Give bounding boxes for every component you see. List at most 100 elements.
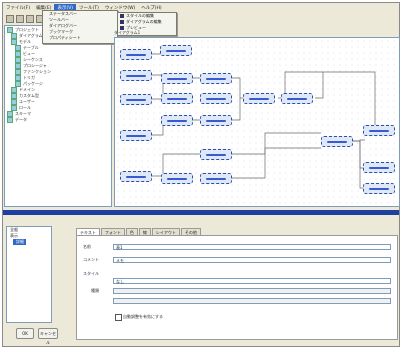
tab-layout[interactable]: レイアウト xyxy=(151,228,180,235)
diagram-edit-icon xyxy=(120,20,124,24)
tree-item-label: プロジェクト xyxy=(15,27,39,32)
extra-field[interactable] xyxy=(113,298,391,304)
node-label-bar xyxy=(206,119,226,122)
tree-item-label: スキーマ xyxy=(15,111,31,116)
node-label-bar xyxy=(369,166,389,169)
panel-divider[interactable] xyxy=(3,210,399,215)
style-icon xyxy=(120,14,124,18)
diagram-node[interactable] xyxy=(161,73,193,84)
diagram-node[interactable] xyxy=(321,136,353,147)
node-label-bar xyxy=(206,77,226,80)
diagram-node[interactable] xyxy=(120,130,152,141)
tree-item-label: カスタム型 xyxy=(19,93,39,98)
node-label-bar xyxy=(126,74,146,77)
save-icon[interactable] xyxy=(26,14,34,23)
property-tabs: テキスト フォント 色 線 レイアウト その他 xyxy=(76,228,202,235)
cancel-button[interactable]: キャンセル xyxy=(38,328,58,345)
tree-item-label: テーブル xyxy=(23,45,39,50)
node-label-bar xyxy=(249,97,269,100)
comment-field[interactable]: メモ xyxy=(113,257,391,263)
node-label-bar xyxy=(287,97,307,100)
diagram-canvas[interactable] xyxy=(114,37,400,207)
category-list: 全般 表示 詳細 xyxy=(6,226,52,323)
auto-adjust-label: 自動調整を有効にする xyxy=(123,314,164,319)
view-menu-item[interactable]: プロパティシート xyxy=(43,35,117,41)
diagram-node[interactable] xyxy=(161,173,193,184)
category-item-selected[interactable]: 詳細 xyxy=(13,239,26,245)
tab-text[interactable]: テキスト xyxy=(76,228,100,235)
diagram-node[interactable] xyxy=(120,171,152,182)
view-menu-dropdown: ステータスバー ツールバー ダイアログバー ブックマーク プロパティシート xyxy=(42,10,118,44)
tree-item-label: トリガ xyxy=(23,75,35,80)
node-label-bar xyxy=(206,97,226,100)
diagram-node[interactable] xyxy=(160,45,192,56)
diagram-node[interactable] xyxy=(200,115,232,126)
diagram-node[interactable] xyxy=(200,73,232,84)
diagram-node[interactable] xyxy=(161,93,193,104)
node-label-bar xyxy=(126,98,146,101)
diagram-node[interactable] xyxy=(363,162,395,173)
diagram-node[interactable] xyxy=(200,93,232,104)
tree-item-label: シーケンス xyxy=(23,57,43,62)
node-label-bar xyxy=(167,177,187,180)
node-label-bar xyxy=(167,119,187,122)
category-item[interactable]: 表示 xyxy=(7,233,51,239)
node-label-bar xyxy=(206,153,226,156)
style-select[interactable]: なし xyxy=(113,278,391,284)
diagram-node[interactable] xyxy=(120,70,152,81)
tab-font[interactable]: フォント xyxy=(100,228,125,235)
properties-panel: 全般 表示 詳細 OK キャンセル テキスト フォント 色 線 レイアウト その… xyxy=(3,216,399,346)
tab-other[interactable]: その他 xyxy=(180,228,201,235)
tree-item-label: ダイアグラム xyxy=(19,33,43,38)
tree-item-label: ユーザー xyxy=(19,99,35,104)
node-label-bar xyxy=(206,177,226,180)
diagram-node[interactable] xyxy=(120,94,152,105)
node-label-bar xyxy=(166,49,186,52)
style-group-label: スタイル xyxy=(83,271,99,276)
submenu-item-label: ダイアグラムの編集 xyxy=(126,19,162,24)
submenu-item-label: スタイルの編集 xyxy=(126,13,154,18)
diagram-node[interactable] xyxy=(161,115,193,126)
node-label-bar xyxy=(126,175,146,178)
diagram-node[interactable] xyxy=(200,173,232,184)
tree-item-label: ファンクション xyxy=(23,69,51,74)
tree-item-label: ビュー xyxy=(23,51,35,56)
diagram-node[interactable] xyxy=(120,49,152,60)
open-icon[interactable] xyxy=(16,14,24,23)
tree-item-label: パッケージ xyxy=(23,81,43,86)
diagram-node[interactable] xyxy=(281,93,313,104)
tree-item-label: ドメイン xyxy=(19,87,35,92)
node-label-bar xyxy=(126,53,146,56)
canvas-title: ダイアグラム1 xyxy=(114,30,141,35)
diagram-node[interactable] xyxy=(363,125,395,136)
diagram-links xyxy=(152,50,376,189)
name-label: 名前 xyxy=(83,244,91,249)
type-field[interactable] xyxy=(113,288,391,294)
tree-item-label: ロール xyxy=(19,105,31,110)
diagram-node[interactable] xyxy=(243,93,275,104)
node-label-bar xyxy=(167,97,187,100)
diagram-node[interactable] xyxy=(200,149,232,160)
node-label-bar xyxy=(369,129,389,132)
ok-button[interactable]: OK xyxy=(16,328,34,339)
new-icon[interactable] xyxy=(6,14,14,23)
node-label-bar xyxy=(369,187,389,190)
data-icon xyxy=(7,117,13,123)
tree-item[interactable]: データ xyxy=(7,117,27,123)
tree-item-label: モデル xyxy=(19,39,31,44)
type-label: 種類 xyxy=(91,288,99,293)
tree-item-label: プロシージャ xyxy=(23,63,47,68)
comment-label: コメント xyxy=(83,257,99,262)
project-tree: プロジェクト ダイアグラム モデル テーブル ビュー シーケンス プロシージャ … xyxy=(4,25,112,207)
node-label-bar xyxy=(327,140,347,143)
diagram-node[interactable] xyxy=(363,183,395,194)
tree-item-label: データ xyxy=(15,117,27,122)
tab-line[interactable]: 線 xyxy=(138,228,151,235)
property-sheet: 名前 表1 コメント メモ スタイル なし 種類 自動調整を有効にする xyxy=(76,235,398,340)
menu-file[interactable]: ファイル(F) xyxy=(3,4,33,13)
node-label-bar xyxy=(126,134,146,137)
auto-adjust-checkbox[interactable] xyxy=(115,314,122,321)
tab-color[interactable]: 色 xyxy=(125,228,138,235)
name-field[interactable]: 表1 xyxy=(113,244,391,250)
node-label-bar xyxy=(167,77,187,80)
